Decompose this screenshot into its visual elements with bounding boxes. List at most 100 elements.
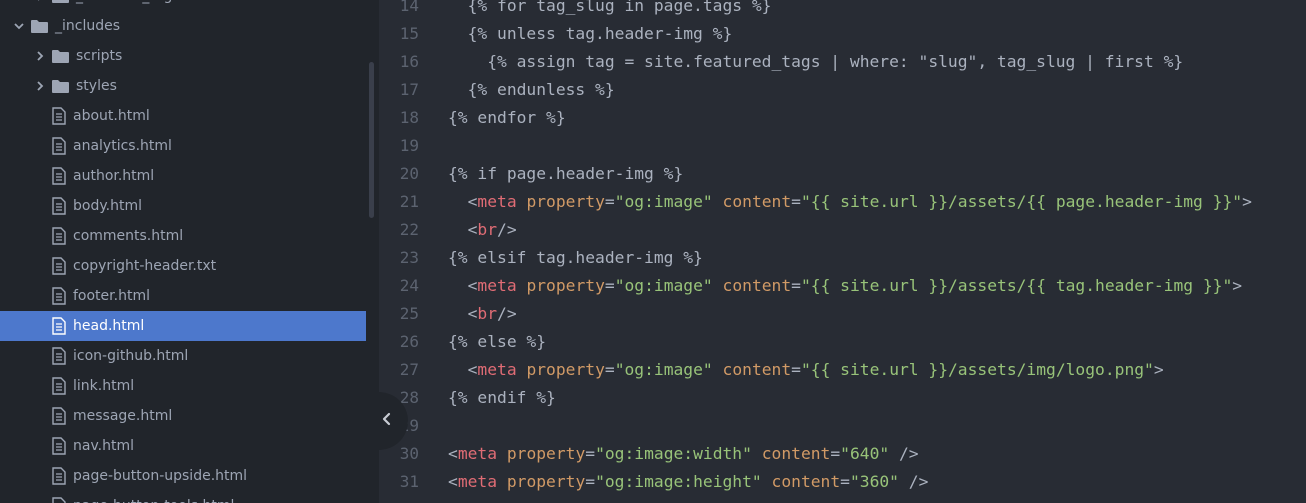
code-line[interactable]: 30 <meta property="og:image:width" conten… [379, 440, 1306, 468]
code-token-plain: < [448, 472, 458, 491]
folder-icon [30, 19, 49, 34]
code-token-str: "{{ site.url }}/assets/{{ page.header-im… [800, 192, 1243, 211]
file-text-icon [51, 107, 67, 125]
tree-item-label: author.html [73, 168, 155, 184]
code-line[interactable]: 28 {% endif %} [379, 384, 1306, 412]
folder-icon [51, 79, 70, 94]
code-line[interactable]: 23 {% elsif tag.header-img %} [379, 244, 1306, 272]
code-line[interactable]: 20 {% if page.header-img %} [379, 160, 1306, 188]
code-text: <meta property="og:image" content="{{ si… [448, 356, 1164, 384]
code-token-plain: > [1153, 360, 1164, 379]
code-token-plain: = [604, 360, 615, 379]
code-line[interactable]: 25 <br/> [379, 300, 1306, 328]
tree-item-label: _featured_tags [76, 0, 180, 4]
code-token-attr: content [771, 472, 841, 491]
tree-file[interactable]: page-button-upside.html [0, 461, 366, 491]
code-line[interactable]: 26 {% else %} [379, 328, 1306, 356]
code-line[interactable]: 16 {% assign tag = site.featured_tags | … [379, 48, 1306, 76]
code-token-plain: = [840, 472, 850, 491]
code-token-str: "og:image" [614, 360, 713, 379]
tree-file[interactable]: nav.html [0, 431, 366, 461]
line-number: 18 [399, 108, 419, 127]
tree-item-label: body.html [73, 198, 142, 214]
tree-item-label: copyright-header.txt [73, 258, 217, 274]
code-token-plain: = [791, 276, 801, 295]
code-token-str: "og:image:width" [595, 444, 752, 463]
code-text: {% unless tag.header-img %} [448, 20, 733, 48]
code-line[interactable]: 32 {% capture title %} [379, 496, 1306, 503]
code-token-plain: {% else %} [448, 332, 547, 351]
code-token-str: "og:image:height" [595, 472, 762, 491]
code-token-str: "{{ site.url }}/assets/img/logo.png" [800, 360, 1154, 379]
code-text: {% endfor %} [448, 104, 566, 132]
code-token-plain: {% if page.header-img %} [448, 164, 684, 183]
tree-folder[interactable]: scripts [0, 41, 366, 71]
tree-folder[interactable]: _featured_tags [0, 0, 366, 11]
tree-file[interactable]: message.html [0, 401, 366, 431]
tree-file[interactable]: head.html [0, 311, 366, 341]
code-token-attr: property [526, 192, 605, 211]
code-token-str: "640" [840, 444, 890, 463]
code-token-tag: meta [457, 444, 498, 463]
chevron-right-icon[interactable] [33, 49, 47, 63]
tree-item-label: icon-github.html [73, 348, 189, 364]
tree-file[interactable]: about.html [0, 101, 366, 131]
code-line[interactable]: 22 <br/> [379, 216, 1306, 244]
code-token-plain: = [604, 192, 615, 211]
code-text: {% endif %} [448, 384, 556, 412]
code-token-plain: {% endif %} [448, 388, 556, 407]
code-text: <br/> [448, 216, 517, 244]
code-line[interactable]: 18 {% endfor %} [379, 104, 1306, 132]
code-line[interactable]: 31 <meta property="og:image:height" conte… [379, 468, 1306, 496]
tree-folder[interactable]: styles [0, 71, 366, 101]
tree-file[interactable]: analytics.html [0, 131, 366, 161]
tree-file[interactable]: copyright-header.txt [0, 251, 366, 281]
code-token-plain: {% assign tag = site.featured_tags | whe… [487, 52, 1184, 71]
code-token-plain: /> [898, 472, 929, 491]
code-line[interactable]: 19 [379, 132, 1306, 160]
chevron-down-icon[interactable] [12, 19, 26, 33]
chevron-right-icon[interactable] [33, 0, 47, 3]
code-token-plain: > [1232, 276, 1243, 295]
sidebar-scrollbar[interactable] [369, 62, 374, 218]
code-token-plain: = [791, 192, 801, 211]
file-text-icon [51, 197, 67, 215]
tree-file[interactable]: page-button-tools.html [0, 491, 366, 503]
file-text-icon [51, 287, 67, 305]
code-line[interactable]: 17 {% endunless %} [379, 76, 1306, 104]
file-text-icon [51, 407, 67, 425]
line-number: 27 [399, 360, 419, 379]
tree-file[interactable]: link.html [0, 371, 366, 401]
code-line[interactable]: 21 <meta property="og:image" content="{{… [379, 188, 1306, 216]
code-line[interactable]: 14 {% for tag_slug in page.tags %} [379, 0, 1306, 20]
code-text: {% elsif tag.header-img %} [448, 244, 703, 272]
tree-file[interactable]: icon-github.html [0, 341, 366, 371]
code-line[interactable]: 24 <meta property="og:image" content="{{… [379, 272, 1306, 300]
tree-file[interactable]: comments.html [0, 221, 366, 251]
line-number: 14 [399, 0, 419, 15]
tree-item-label: link.html [73, 378, 135, 394]
tree-file[interactable]: author.html [0, 161, 366, 191]
code-token-attr: property [506, 472, 586, 491]
code-text: <meta property="og:image:height" content… [448, 468, 928, 496]
code-token-tag: br [477, 304, 498, 323]
code-line[interactable]: 29 [379, 412, 1306, 440]
line-number: 26 [399, 332, 419, 351]
tree-file[interactable]: body.html [0, 191, 366, 221]
chevron-right-icon[interactable] [33, 79, 47, 93]
code-token-plain: {% endunless %} [467, 80, 615, 99]
line-number: 20 [399, 164, 419, 183]
code-line[interactable]: 15 {% unless tag.header-img %} [379, 20, 1306, 48]
tree-folder[interactable]: _includes [0, 11, 366, 41]
code-text: <meta property="og:image" content="{{ si… [448, 272, 1242, 300]
code-text: {% capture title %} [448, 496, 634, 503]
file-text-icon [51, 317, 67, 335]
code-line[interactable]: 27 <meta property="og:image" content="{{… [379, 356, 1306, 384]
tree-file[interactable]: footer.html [0, 281, 366, 311]
code-editor[interactable]: 14 {% for tag_slug in page.tags %} 15 {% … [379, 0, 1306, 503]
